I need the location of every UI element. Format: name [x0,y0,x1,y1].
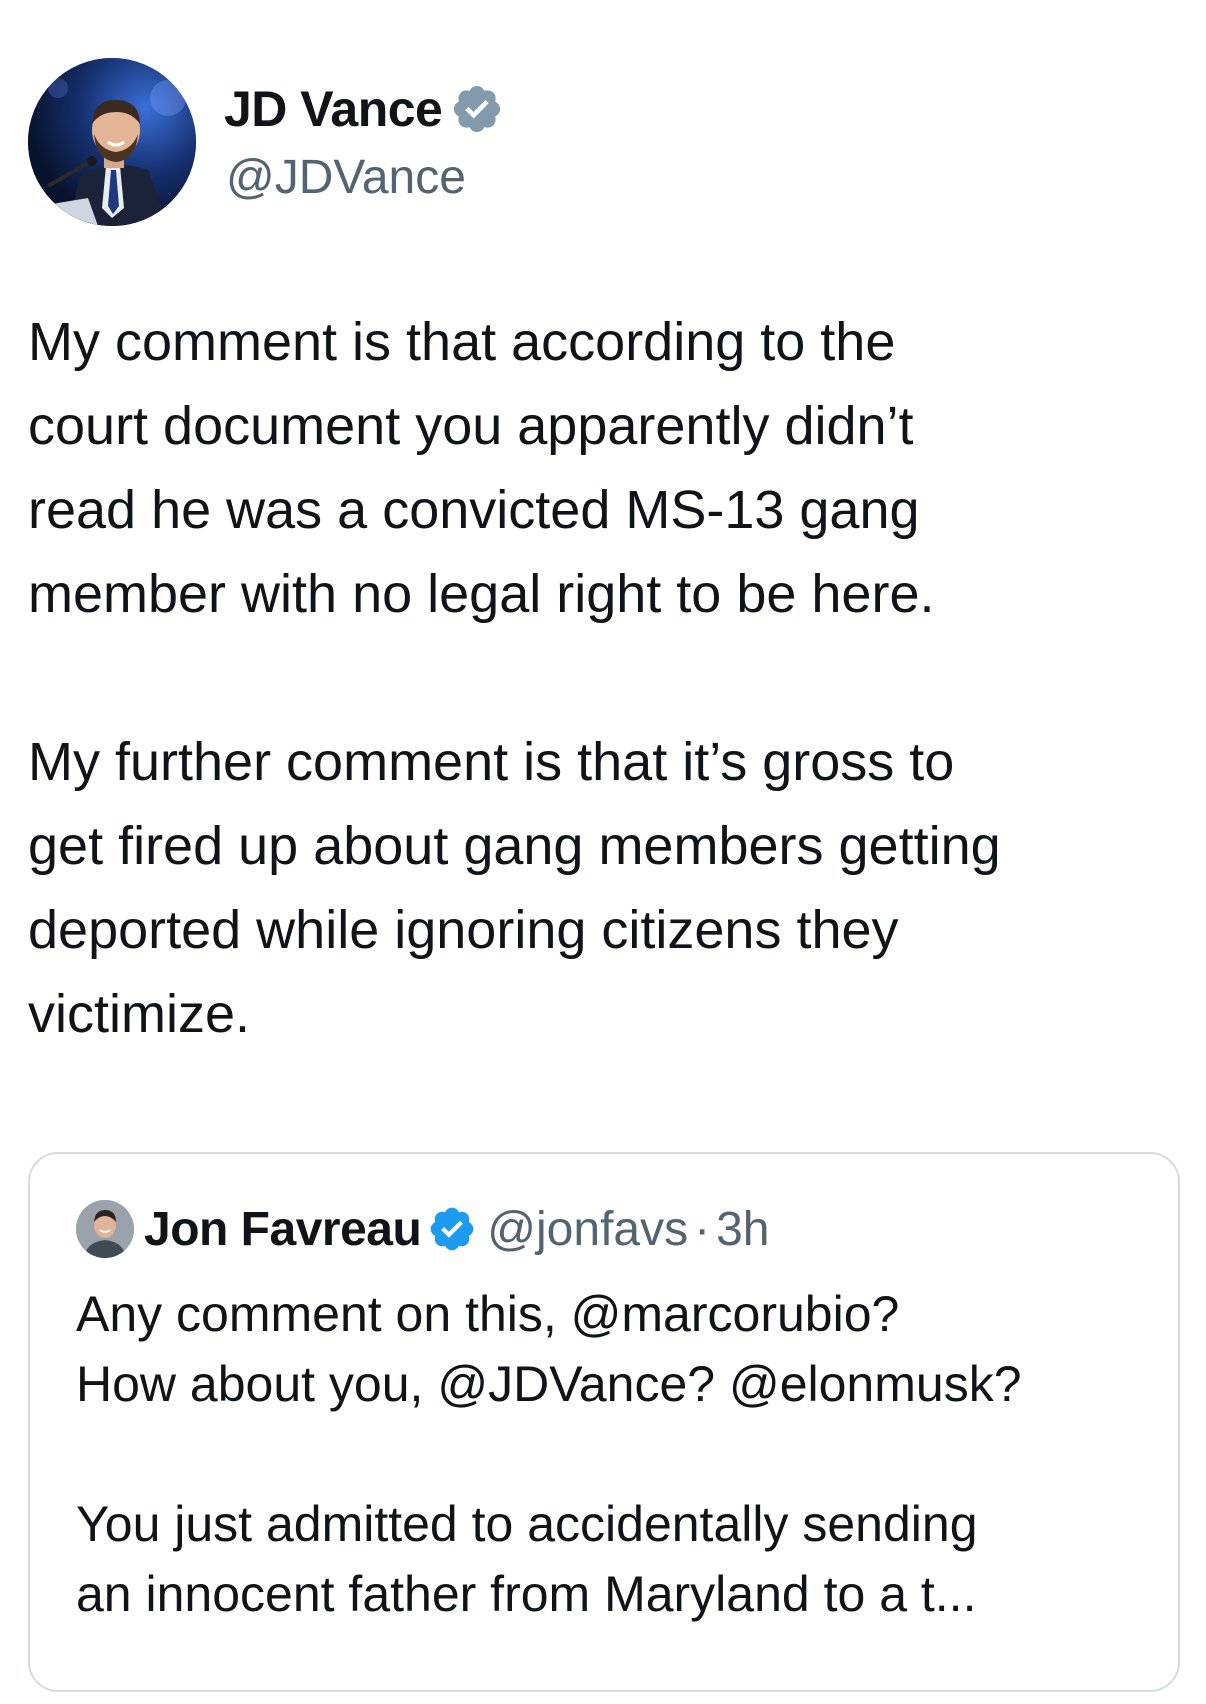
quoted-tweet-header: Jon Favreau @jonfavs · 3h [76,1200,769,1258]
quoted-author-name[interactable]: Jon Favreau [144,1202,422,1257]
tweet-header: JD Vance @JDVance [28,58,1178,228]
tweet-paragraph: My comment is that according to the cour… [28,312,935,624]
author-handle[interactable]: @JDVance [226,150,466,205]
quoted-tweet-card[interactable]: Jon Favreau @jonfavs · 3h Any comment on… [28,1152,1180,1692]
speaker-photo [28,58,196,226]
tweet-paragraph: My further comment is that it’s gross to… [28,732,1001,1044]
quoted-author-handle[interactable]: @jonfavs [487,1202,688,1257]
author-avatar[interactable] [28,58,196,226]
quoted-tweet-paragraph: Any comment on this, @marcorubio? How ab… [76,1286,1022,1412]
quoted-tweet-paragraph: You just admitted to accidentally sendin… [76,1496,978,1622]
quoted-author-avatar[interactable] [76,1200,134,1258]
author-name-row: JD Vance [224,80,504,138]
quoted-author-photo [76,1200,134,1258]
verified-badge-icon [430,1207,474,1251]
quoted-tweet-timestamp[interactable]: 3h [716,1202,769,1257]
author-display-name[interactable]: JD Vance [224,80,443,138]
verified-badge-icon [454,85,501,133]
quoted-tweet-body: Any comment on this, @marcorubio? How ab… [76,1279,1136,1629]
tweet-body: My comment is that according to the cour… [28,300,1178,1056]
separator-dot: · [694,1202,711,1256]
